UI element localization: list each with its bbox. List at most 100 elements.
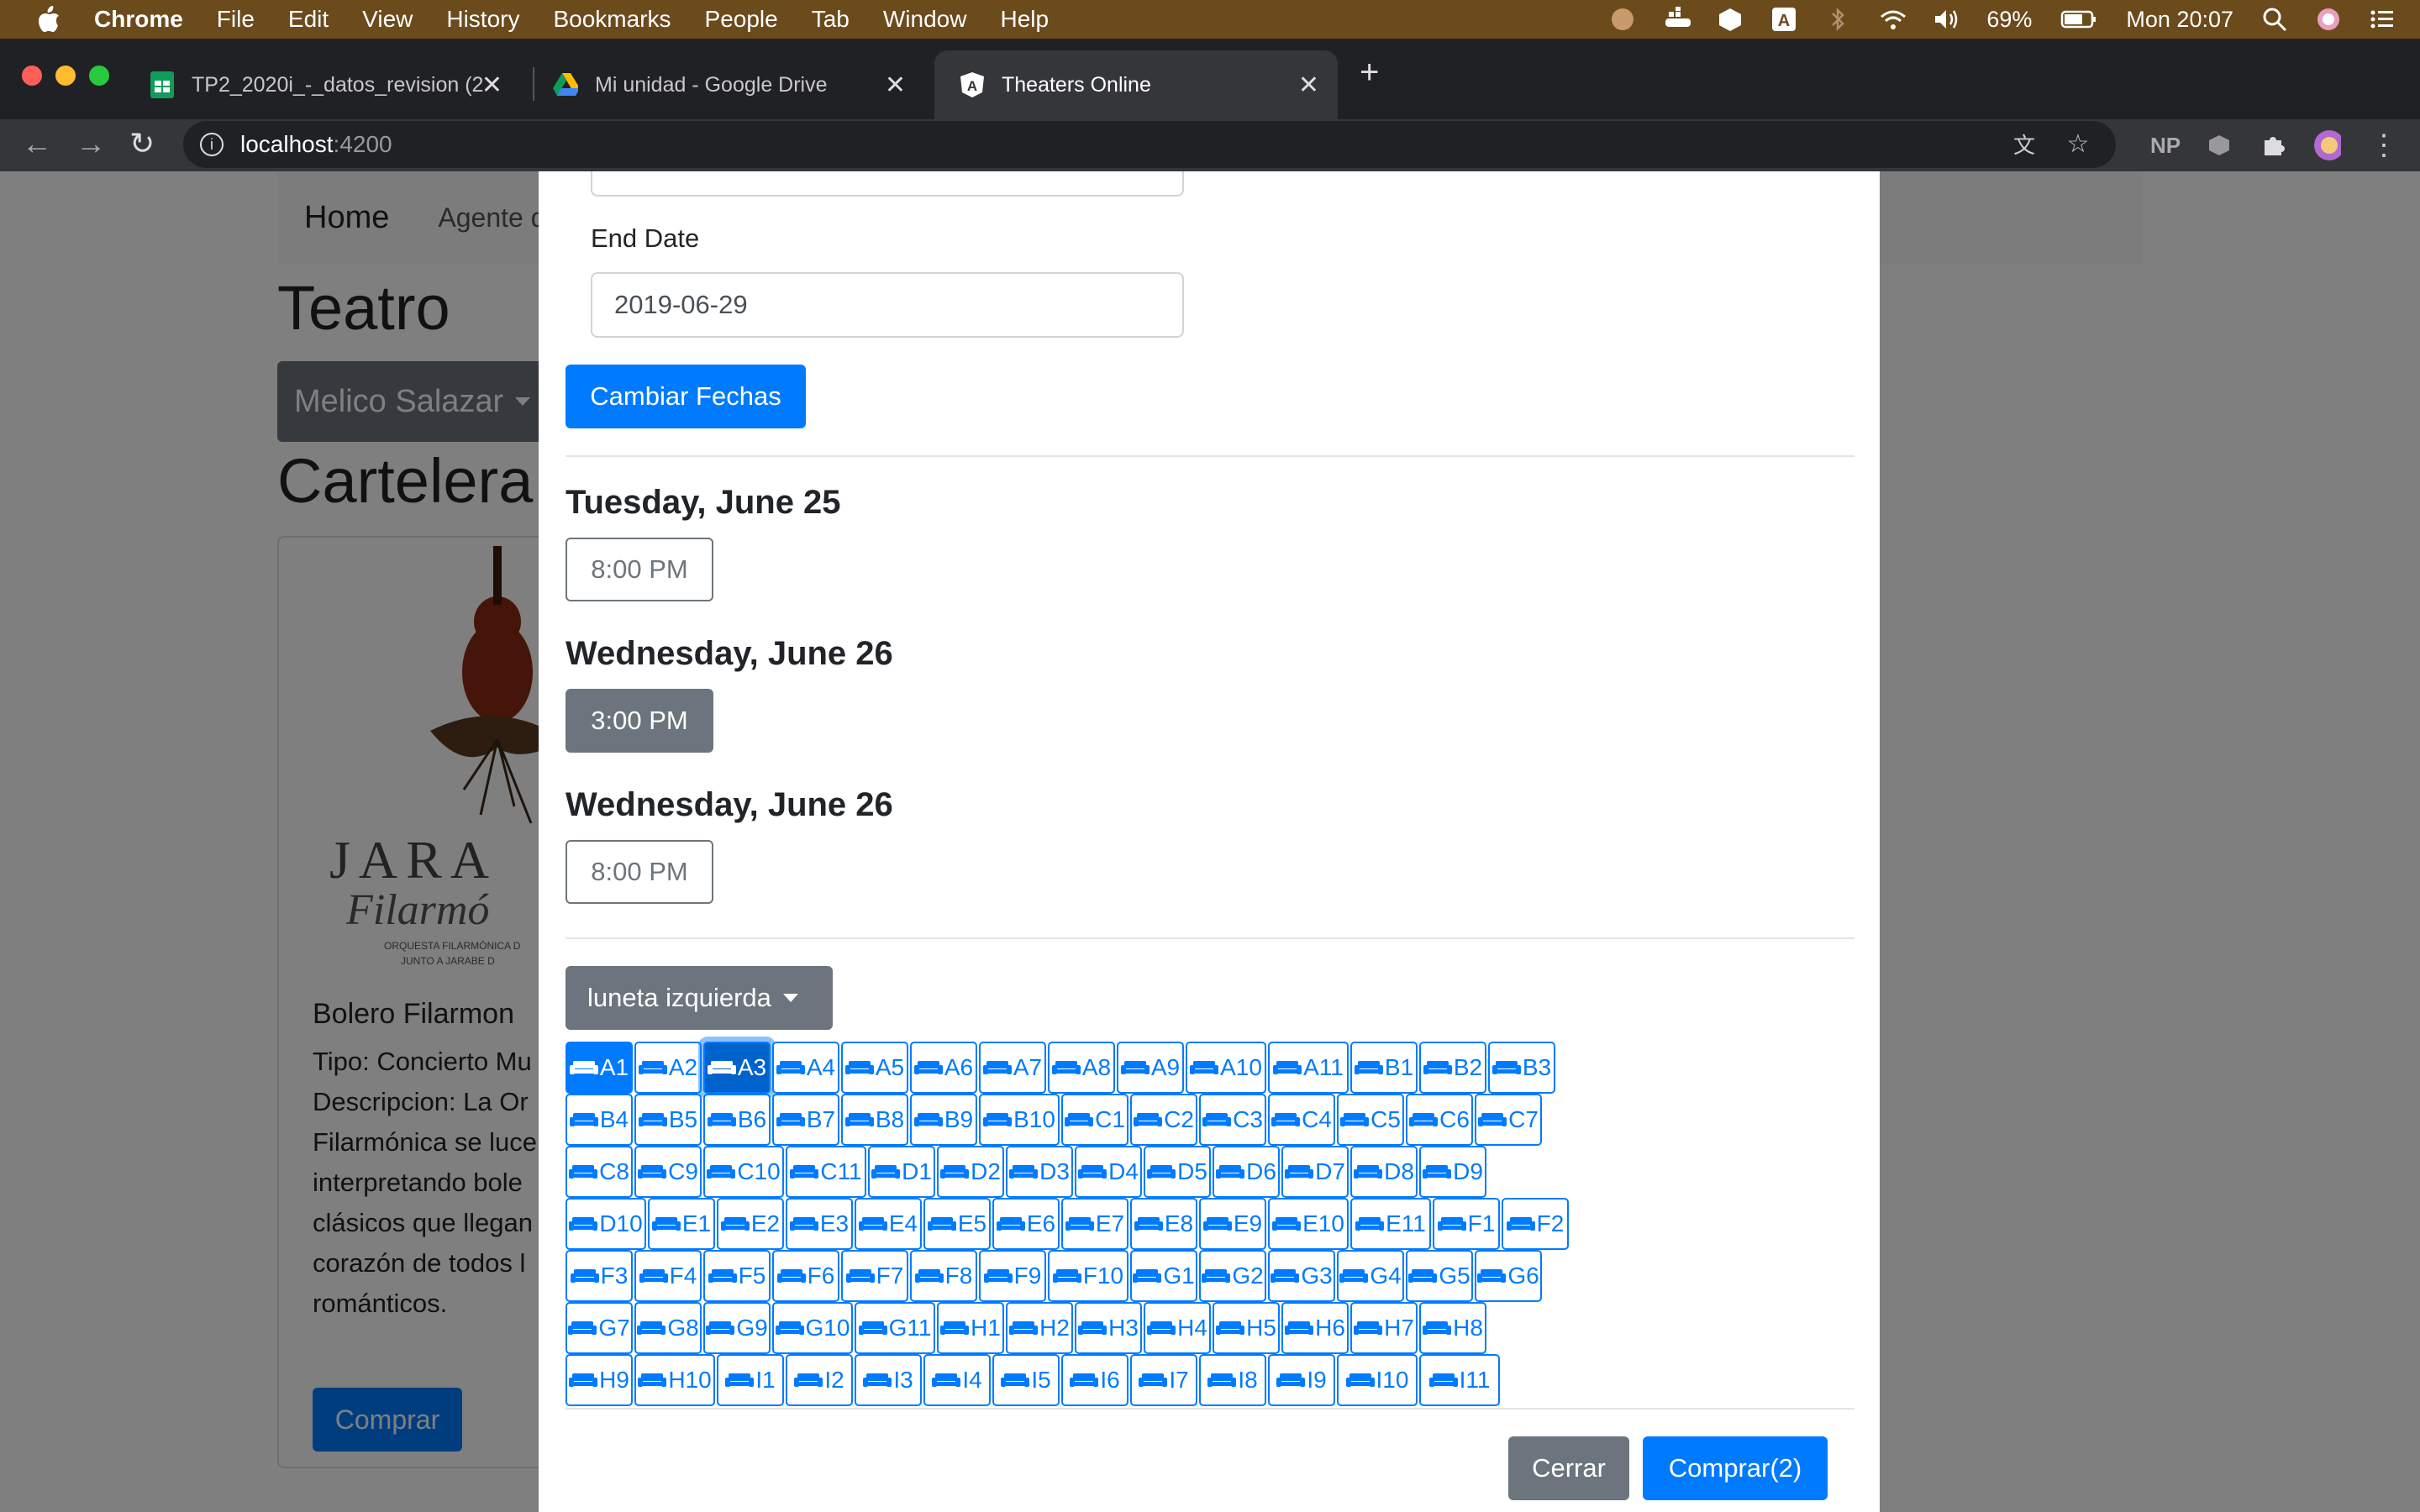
close-window-button[interactable] xyxy=(22,66,42,86)
seat-button-d10[interactable]: D10 xyxy=(566,1198,646,1250)
seat-button-a11[interactable]: A11 xyxy=(1268,1042,1349,1094)
seat-button-f10[interactable]: F10 xyxy=(1048,1250,1128,1302)
seat-button-f3[interactable]: F3 xyxy=(566,1250,633,1302)
seat-button-i8[interactable]: I8 xyxy=(1199,1354,1266,1406)
seat-button-d4[interactable]: D4 xyxy=(1075,1146,1142,1198)
seat-button-h1[interactable]: H1 xyxy=(937,1302,1004,1354)
docker-icon[interactable] xyxy=(1664,7,1691,32)
extensions-puzzle-icon[interactable] xyxy=(2259,131,2287,160)
menu-view[interactable]: View xyxy=(362,6,413,33)
record-icon[interactable] xyxy=(1610,7,1635,32)
new-tab-icon[interactable]: + xyxy=(1360,55,1379,89)
seat-button-c5[interactable]: C5 xyxy=(1337,1094,1404,1146)
seat-button-b6[interactable]: B6 xyxy=(703,1094,771,1146)
seat-button-f4[interactable]: F4 xyxy=(634,1250,702,1302)
seat-button-e6[interactable]: E6 xyxy=(992,1198,1060,1250)
spotlight-search-icon[interactable] xyxy=(2262,7,2287,32)
seat-button-g10[interactable]: G10 xyxy=(772,1302,853,1354)
extension-cube-icon[interactable] xyxy=(2205,131,2233,160)
chrome-menu-icon[interactable]: ⋮ xyxy=(2370,129,2398,161)
seat-button-e9[interactable]: E9 xyxy=(1199,1198,1266,1250)
seat-button-a4[interactable]: A4 xyxy=(772,1042,839,1094)
bookmark-star-icon[interactable]: ☆ xyxy=(2064,129,2092,158)
seat-button-e1[interactable]: E1 xyxy=(648,1198,715,1250)
seat-button-b1[interactable]: B1 xyxy=(1350,1042,1418,1094)
seat-button-c4[interactable]: C4 xyxy=(1268,1094,1335,1146)
seat-button-b3[interactable]: B3 xyxy=(1488,1042,1555,1094)
seat-button-a1[interactable]: A1 xyxy=(566,1042,633,1094)
seat-button-e4[interactable]: E4 xyxy=(855,1198,922,1250)
seat-button-i3[interactable]: I3 xyxy=(855,1354,922,1406)
minimize-window-button[interactable] xyxy=(55,66,76,86)
seat-button-i7[interactable]: I7 xyxy=(1130,1354,1197,1406)
wifi-icon[interactable] xyxy=(1879,7,1907,32)
seat-button-e3[interactable]: E3 xyxy=(786,1198,853,1250)
np-extension-icon[interactable]: NP xyxy=(2150,131,2181,160)
seat-button-a3[interactable]: A3 xyxy=(703,1042,771,1094)
seat-button-c3[interactable]: C3 xyxy=(1199,1094,1266,1146)
seat-button-b9[interactable]: B9 xyxy=(910,1094,977,1146)
clock[interactable]: Mon 20:07 xyxy=(2126,7,2233,33)
seat-button-d7[interactable]: D7 xyxy=(1281,1146,1349,1198)
seat-button-d2[interactable]: D2 xyxy=(937,1146,1004,1198)
seat-button-f2[interactable]: F2 xyxy=(1502,1198,1569,1250)
seat-button-f8[interactable]: F8 xyxy=(910,1250,977,1302)
seat-button-a5[interactable]: A5 xyxy=(841,1042,908,1094)
close-tab-icon[interactable]: ✕ xyxy=(885,71,906,100)
seat-button-h8[interactable]: H8 xyxy=(1419,1302,1486,1354)
seat-button-g11[interactable]: G11 xyxy=(855,1302,935,1354)
menu-history[interactable]: History xyxy=(446,6,519,33)
seat-button-h7[interactable]: H7 xyxy=(1350,1302,1418,1354)
seat-button-a9[interactable]: A9 xyxy=(1117,1042,1184,1094)
seat-button-c11[interactable]: C11 xyxy=(786,1146,866,1198)
apple-icon[interactable] xyxy=(34,4,64,34)
seat-button-g8[interactable]: G8 xyxy=(634,1302,702,1354)
seat-button-e11[interactable]: E11 xyxy=(1350,1198,1431,1250)
seat-button-a10[interactable]: A10 xyxy=(1186,1042,1266,1094)
seat-button-g9[interactable]: G9 xyxy=(703,1302,771,1354)
showtime-button[interactable]: 8:00 PM xyxy=(566,538,713,601)
seat-button-g7[interactable]: G7 xyxy=(566,1302,633,1354)
profile-avatar-icon[interactable] xyxy=(2312,130,2341,160)
menu-edit[interactable]: Edit xyxy=(288,6,329,33)
seat-button-i6[interactable]: I6 xyxy=(1061,1354,1128,1406)
seat-button-i5[interactable]: I5 xyxy=(992,1354,1060,1406)
cube-icon[interactable] xyxy=(1718,7,1743,32)
seat-button-h10[interactable]: H10 xyxy=(634,1354,715,1406)
seat-button-c1[interactable]: C1 xyxy=(1061,1094,1128,1146)
tab-drive[interactable]: Mi unidad - Google Drive ✕ xyxy=(538,50,924,119)
seat-button-g4[interactable]: G4 xyxy=(1337,1250,1404,1302)
back-icon[interactable]: ← xyxy=(22,126,52,161)
seat-button-f6[interactable]: F6 xyxy=(772,1250,839,1302)
seat-button-e5[interactable]: E5 xyxy=(923,1198,991,1250)
seat-button-d9[interactable]: D9 xyxy=(1419,1146,1486,1198)
tab-theaters-online[interactable]: A Theaters Online ✕ xyxy=(934,50,1338,119)
seat-button-i11[interactable]: I11 xyxy=(1419,1354,1500,1406)
seat-button-i10[interactable]: I10 xyxy=(1337,1354,1418,1406)
seat-button-b4[interactable]: B4 xyxy=(566,1094,633,1146)
forward-icon[interactable]: → xyxy=(76,126,106,161)
seat-button-f1[interactable]: F1 xyxy=(1433,1198,1500,1250)
menu-help[interactable]: Help xyxy=(1000,6,1049,33)
seat-button-i9[interactable]: I9 xyxy=(1268,1354,1335,1406)
menu-app-name[interactable]: Chrome xyxy=(94,6,183,33)
seat-button-b7[interactable]: B7 xyxy=(772,1094,839,1146)
notification-center-icon[interactable] xyxy=(2370,7,2395,32)
address-bar[interactable]: i localhost:4200 文 ☆ xyxy=(183,121,2116,168)
volume-icon[interactable] xyxy=(1933,7,1958,32)
translate-icon[interactable]: 文 xyxy=(2010,129,2039,158)
menu-file[interactable]: File xyxy=(217,6,255,33)
end-date-input[interactable]: 2019-06-29 xyxy=(591,272,1184,338)
seat-button-d1[interactable]: D1 xyxy=(868,1146,935,1198)
showtime-button-active[interactable]: 3:00 PM xyxy=(566,689,713,753)
confirm-purchase-button[interactable]: Comprar(2) xyxy=(1643,1436,1828,1500)
seat-button-b10[interactable]: B10 xyxy=(979,1094,1060,1146)
seat-button-c9[interactable]: C9 xyxy=(634,1146,702,1198)
seat-button-i1[interactable]: I1 xyxy=(717,1354,784,1406)
user-avatar-icon[interactable] xyxy=(2316,7,2341,32)
seat-button-e7[interactable]: E7 xyxy=(1061,1198,1128,1250)
seat-button-b2[interactable]: B2 xyxy=(1419,1042,1486,1094)
seat-button-c8[interactable]: C8 xyxy=(566,1146,633,1198)
seat-button-c6[interactable]: C6 xyxy=(1406,1094,1473,1146)
showtime-button[interactable]: 8:00 PM xyxy=(566,840,713,904)
